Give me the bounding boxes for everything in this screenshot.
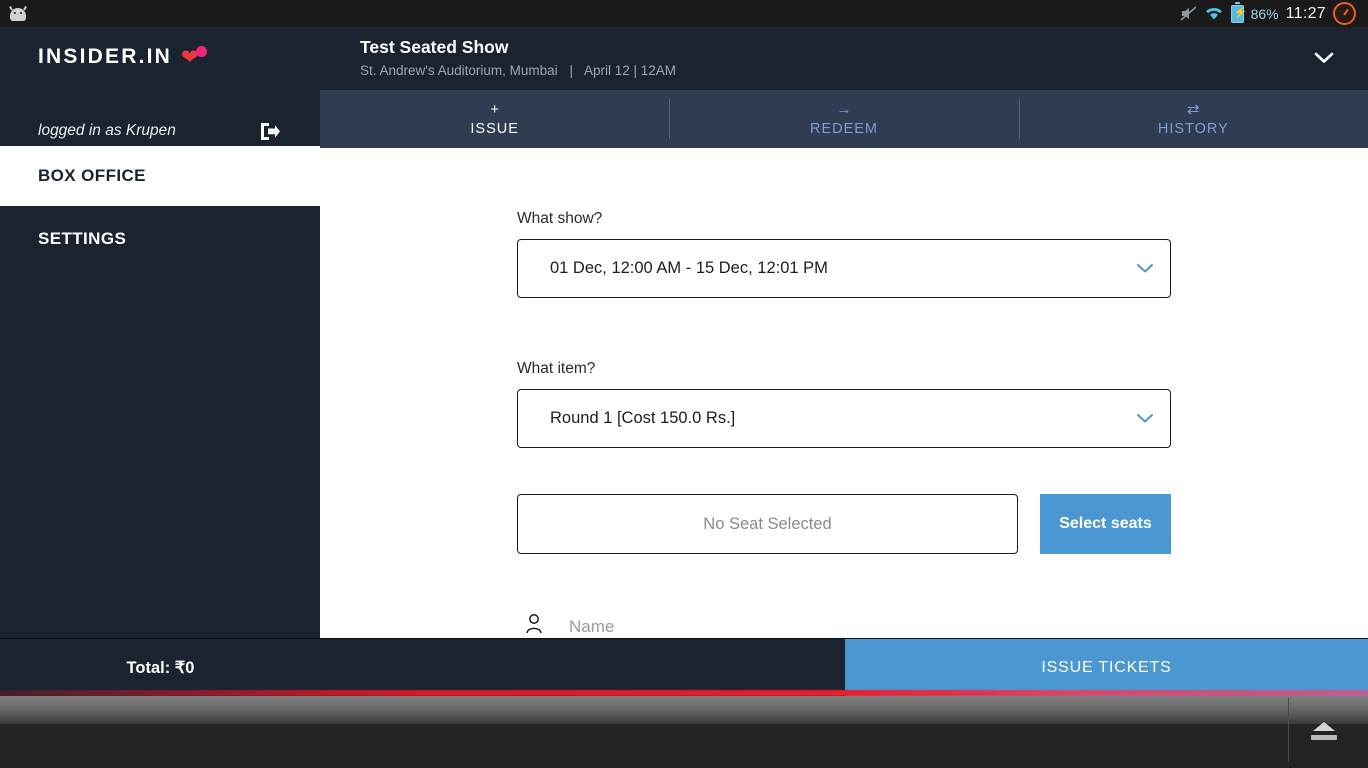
- tab-label: HISTORY: [1158, 121, 1229, 137]
- device-bar-sheen: [0, 696, 1368, 724]
- item-select[interactable]: Round 1 [Cost 150.0 Rs.]: [517, 389, 1171, 448]
- event-venue: St. Andrew's Auditorium, Mumbai: [360, 63, 558, 78]
- app-screen: ⚡ 86% 11:27 INSIDER.IN ❤ logged in as Kr…: [0, 0, 1368, 768]
- total-label: Total: ₹0: [127, 658, 195, 678]
- item-select-value: Round 1 [Cost 150.0 Rs.]: [550, 409, 735, 428]
- tab-history[interactable]: ⇄ HISTORY: [1019, 90, 1368, 148]
- event-date: April 12 | 12AM: [584, 63, 676, 78]
- sidebar-item-settings[interactable]: SETTINGS: [0, 209, 320, 269]
- seat-selection-row: No Seat Selected Select seats: [517, 494, 1171, 554]
- android-status-bar: ⚡ 86% 11:27: [0, 0, 1368, 27]
- chevron-up-shape: [1313, 722, 1335, 731]
- speedometer-icon: [1333, 2, 1356, 25]
- status-bar-right: ⚡ 86% 11:27: [1180, 2, 1356, 25]
- sidebar-item-label: SETTINGS: [38, 229, 126, 249]
- wifi-icon: [1204, 6, 1224, 21]
- android-head-icon: [8, 6, 28, 21]
- eject-keyboard-icon[interactable]: [1302, 714, 1346, 748]
- sidebar-item-box-office[interactable]: BOX OFFICE: [0, 146, 320, 206]
- arrow-right-icon: →: [836, 102, 851, 118]
- issue-panel: What show? 01 Dec, 12:00 AM - 15 Dec, 12…: [320, 148, 1368, 638]
- issue-form: What show? 01 Dec, 12:00 AM - 15 Dec, 12…: [517, 148, 1171, 638]
- issue-tickets-button[interactable]: ISSUE TICKETS: [845, 639, 1368, 697]
- mute-icon: [1180, 6, 1197, 21]
- plus-icon: +: [490, 102, 499, 118]
- heart-icon: ❤: [181, 46, 207, 68]
- chevron-down-icon[interactable]: [1313, 49, 1335, 67]
- person-icon: [517, 609, 551, 638]
- swap-arrows-icon: ⇄: [1187, 102, 1200, 118]
- item-field-label: What item?: [517, 360, 1171, 378]
- name-input[interactable]: [551, 617, 1171, 638]
- chevron-down-icon: [1136, 411, 1154, 425]
- select-seats-button[interactable]: Select seats: [1040, 494, 1171, 554]
- tab-label: REDEEM: [810, 121, 878, 137]
- device-bar-divider: [1288, 698, 1289, 762]
- status-bar-left: [8, 6, 28, 21]
- battery-percent-label: 86%: [1251, 6, 1279, 22]
- page-title: Test Seated Show: [360, 37, 508, 58]
- logout-icon[interactable]: [258, 121, 282, 141]
- eject-bar-shape: [1311, 735, 1337, 740]
- tab-redeem[interactable]: → REDEEM: [669, 90, 1018, 148]
- meta-separator: |: [561, 63, 581, 78]
- event-header: Test Seated Show St. Andrew's Auditorium…: [320, 27, 1368, 90]
- show-select[interactable]: 01 Dec, 12:00 AM - 15 Dec, 12:01 PM: [517, 239, 1171, 298]
- show-select-value: 01 Dec, 12:00 AM - 15 Dec, 12:01 PM: [550, 259, 828, 278]
- event-meta: St. Andrew's Auditorium, Mumbai | April …: [360, 63, 676, 78]
- selected-seats-value: No Seat Selected: [703, 515, 831, 534]
- chevron-down-icon: [1136, 261, 1154, 275]
- clock-label: 11:27: [1286, 5, 1326, 23]
- battery-charging-icon: ⚡: [1231, 5, 1244, 23]
- sidebar: INSIDER.IN ❤ logged in as Krupen BOX OFF…: [0, 27, 320, 638]
- logged-in-label: logged in as Krupen: [38, 122, 176, 140]
- mode-tabs: + ISSUE → REDEEM ⇄ HISTORY: [320, 90, 1368, 148]
- app-logo: INSIDER.IN ❤: [38, 45, 207, 69]
- selected-seats-display[interactable]: No Seat Selected: [517, 494, 1018, 554]
- bottom-action-bar: Total: ₹0 ISSUE TICKETS: [0, 638, 1368, 697]
- issue-tickets-label: ISSUE TICKETS: [1041, 659, 1171, 677]
- device-bottom-bar: [0, 696, 1368, 768]
- show-field-label: What show?: [517, 210, 1171, 228]
- select-seats-label: Select seats: [1059, 515, 1152, 533]
- tab-label: ISSUE: [470, 121, 519, 137]
- tab-issue[interactable]: + ISSUE: [320, 90, 669, 148]
- name-field-row: [517, 598, 1171, 638]
- total-pane: Total: ₹0: [0, 639, 845, 697]
- logo-text: INSIDER.IN: [38, 45, 172, 69]
- sidebar-item-label: BOX OFFICE: [38, 166, 146, 186]
